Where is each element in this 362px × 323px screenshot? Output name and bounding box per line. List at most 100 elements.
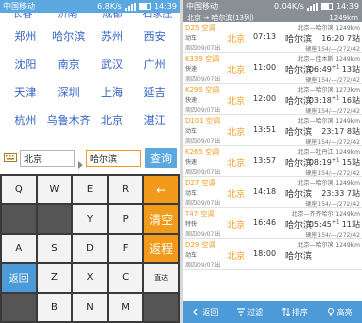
train-row[interactable]: D27 空调 动车 周四09/07出 北京 14:18 哈尔滨 北京—哈尔滨 1… <box>183 177 362 208</box>
train-row[interactable]: D101 空调 动车 周四09/07出 北京 13:51 哈尔滨 北京—哈尔滨 … <box>183 115 362 146</box>
key-c[interactable]: C <box>108 264 143 292</box>
stop-count: 11站 <box>341 220 360 229</box>
key-y[interactable]: Y <box>73 205 107 233</box>
city-item[interactable]: 成都 <box>90 13 135 22</box>
city-item[interactable]: 沈阳 <box>4 50 47 78</box>
key-e[interactable]: E <box>73 176 107 204</box>
city-item[interactable]: 南京 <box>47 50 91 78</box>
train-row[interactable]: K265 空调 快速 周四09/07出 北京 13:57 哈尔滨 北京—牡丹江 … <box>183 146 362 177</box>
key-q[interactable]: Q <box>2 176 36 204</box>
city-item[interactable]: 杭州 <box>4 106 47 134</box>
ac-tag: 空调 <box>201 24 216 32</box>
back-button[interactable]: 返回 <box>192 307 218 318</box>
city-item[interactable]: 上海 <box>91 78 134 106</box>
city-item[interactable]: 郑州 <box>4 22 47 50</box>
clear-key[interactable]: 清空 <box>144 205 178 233</box>
train-route: 北京—哈尔滨 1249km <box>297 25 361 32</box>
sort-label: 排序 <box>291 307 308 317</box>
sort-button[interactable]: 排序 <box>281 307 308 318</box>
lightbulb-icon <box>327 308 334 316</box>
train-list: D25 空调 动车 周四09/07出 北京 07:13 哈尔滨 北京—哈尔滨 1… <box>183 22 362 301</box>
key-r[interactable]: R <box>108 176 143 204</box>
city-selection-screen: 中国移动 6.8K/s 14:39 长春 济南 成都 石家庄 郑州 哈尔滨 苏州… <box>0 0 180 323</box>
train-route: 北京—牡丹江 1249km <box>297 149 361 156</box>
arrival-day: +1 <box>331 219 340 226</box>
city-item[interactable]: 广州 <box>133 50 176 78</box>
stop-count: 8站 <box>346 127 360 136</box>
from-station: 北京 <box>227 128 246 138</box>
city-item[interactable]: 天津 <box>4 78 47 106</box>
city-item[interactable]: 深圳 <box>47 78 91 106</box>
filter-label: 过滤 <box>247 307 264 317</box>
train-row[interactable]: K295 空调 快速 周四09/07出 北京 12:00 哈尔滨 北京—哈尔滨 … <box>183 84 362 115</box>
departure-time: 13:57 <box>253 156 277 165</box>
key-disabled <box>2 205 36 233</box>
key-a[interactable]: A <box>2 234 36 263</box>
key-b[interactable]: B <box>37 293 72 321</box>
departure-time: 16:46 <box>253 218 277 227</box>
back-key[interactable]: 返回 <box>2 264 36 292</box>
key-m[interactable]: M <box>108 293 143 321</box>
network-speed: 0.04K/s <box>274 2 304 11</box>
departure-date: 周四09/07出 <box>185 107 221 114</box>
arrival-station-field[interactable]: 哈尔滨 <box>86 149 141 167</box>
train-row[interactable]: K339 空调 快速 周四09/07出 北京 11:00 哈尔滨 北京—佳木斯 … <box>183 53 362 84</box>
keyboard-icon[interactable] <box>3 152 17 164</box>
train-row[interactable]: D25 空调 动车 周四09/07出 北京 07:13 哈尔滨 北京—哈尔滨 1… <box>183 22 362 53</box>
train-number: D27 <box>185 179 200 187</box>
route-header: 北京 → 哈尔滨(13列) 1249km <box>183 13 362 22</box>
backspace-key[interactable]: ← <box>144 176 178 204</box>
departure-station-field[interactable]: 北京 <box>20 149 75 167</box>
arrival-day: +1 <box>331 64 340 71</box>
city-item[interactable]: 哈尔滨 <box>47 22 91 50</box>
departure-time: 07:13 <box>253 32 277 41</box>
filter-button[interactable]: 过滤 <box>237 307 263 318</box>
seat-prices: 硬座154/—/272/42 <box>305 201 360 208</box>
query-button[interactable]: 查询 <box>145 148 177 168</box>
key-disabled <box>37 205 72 233</box>
city-item[interactable]: 长春 <box>0 13 45 22</box>
city-item[interactable]: 湛江 <box>133 106 176 134</box>
train-row[interactable]: T47 空调 特快 周四09/07出 北京 16:46 哈尔滨 北京—齐齐哈尔 … <box>183 208 362 239</box>
carrier-label: 中国移动 <box>186 2 218 11</box>
city-item[interactable]: 北京 <box>91 106 134 134</box>
signal-icon <box>306 2 318 11</box>
key-w[interactable]: W <box>37 176 72 204</box>
seat-prices: 硬座154/—/272/42 <box>305 139 360 146</box>
key-x[interactable]: X <box>73 264 107 292</box>
city-item[interactable]: 西安 <box>133 22 176 50</box>
stop-count: 16站 <box>341 96 360 105</box>
arrival-time: 16:20 <box>321 34 345 43</box>
train-route: 北京—齐齐哈尔 1249km <box>291 211 361 218</box>
key-f[interactable]: F <box>108 234 143 263</box>
train-kind: 快速 <box>185 97 198 104</box>
status-bar: 中国移动 6.8K/s 14:39 <box>0 0 180 13</box>
departure-date: 周四09/07出 <box>185 45 221 52</box>
swap-arrow-icon[interactable] <box>78 154 83 169</box>
train-row[interactable]: D29 空调 动车 周四09/07出 北京 18:00 哈尔滨 北京—哈尔滨 1… <box>183 239 362 270</box>
train-kind: 特快 <box>185 221 198 228</box>
ac-tag: 空调 <box>205 148 220 156</box>
key-z[interactable]: Z <box>37 264 72 292</box>
key-d[interactable]: D <box>73 234 107 263</box>
city-item[interactable]: 武汉 <box>91 50 134 78</box>
key-n[interactable]: N <box>73 293 107 321</box>
city-item[interactable]: 济南 <box>45 13 90 22</box>
stop-count: 7站 <box>346 34 360 43</box>
network-speed: 6.8K/s <box>97 2 122 11</box>
key-p[interactable]: P <box>108 205 143 233</box>
train-kind: 快速 <box>185 66 198 73</box>
arrival-time: 06:49 <box>308 65 332 74</box>
city-item[interactable]: 苏州 <box>91 22 134 50</box>
ac-tag: 空调 <box>206 117 220 125</box>
direct-key[interactable]: 直达 <box>144 264 178 292</box>
return-trip-key[interactable]: 返程 <box>144 234 178 263</box>
key-s[interactable]: S <box>37 234 72 263</box>
from-station: 北京 <box>227 221 246 231</box>
city-item[interactable]: 石家庄 <box>135 13 180 22</box>
train-number: K339 <box>185 55 203 63</box>
highlight-button[interactable]: 高亮 <box>327 307 353 318</box>
city-item[interactable]: 延吉 <box>133 78 176 106</box>
city-item[interactable]: 乌鲁木齐 <box>47 106 91 134</box>
train-kind: 动车 <box>185 128 198 135</box>
